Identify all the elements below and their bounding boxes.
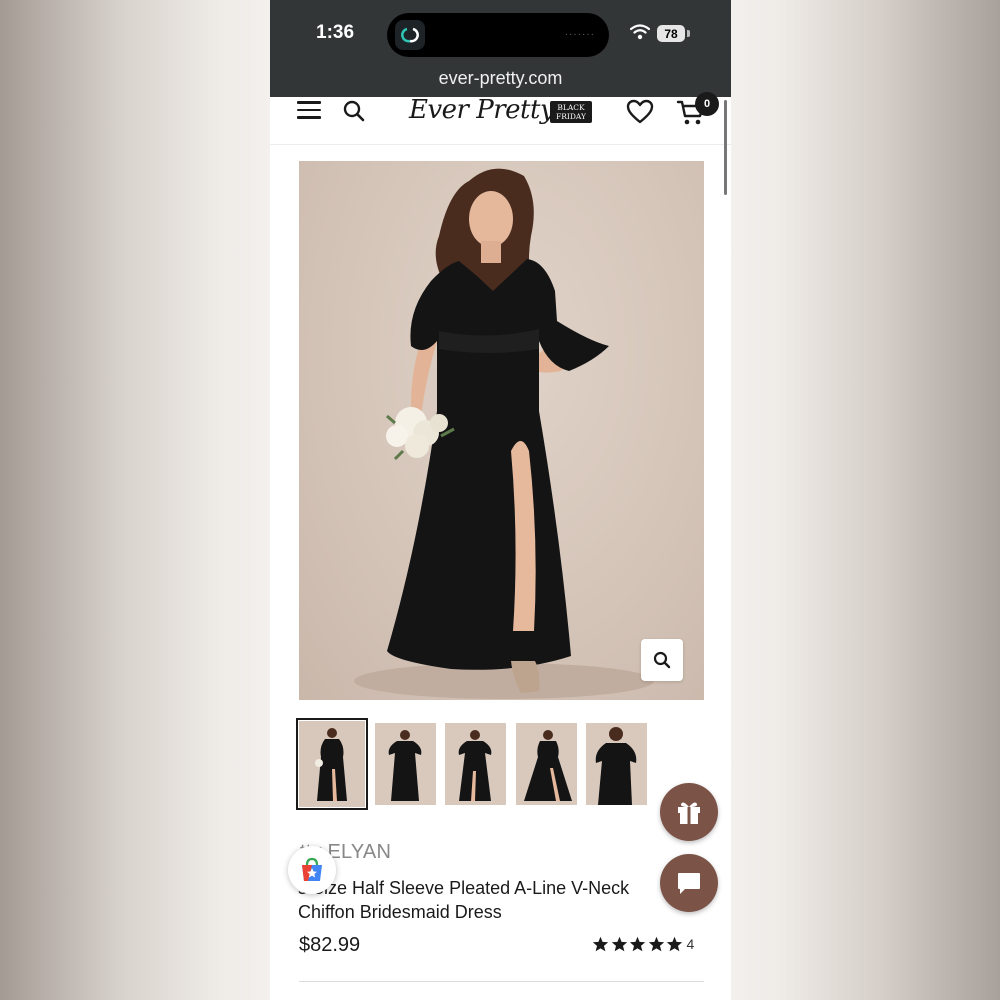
thumbnail-4[interactable] — [515, 723, 577, 805]
chat-icon — [678, 873, 700, 894]
search-icon[interactable] — [342, 99, 366, 123]
zoom-button[interactable] — [641, 639, 683, 681]
address-bar-url[interactable]: ever-pretty.com — [270, 68, 731, 89]
black-friday-badge: BLACK FRIDAY — [550, 101, 592, 123]
phone-screen: 1:36 ······· 78 ever-pretty.com Ever Pre… — [270, 0, 731, 1000]
model-figure — [354, 168, 654, 699]
gift-button[interactable] — [660, 783, 718, 841]
dynamic-island: ······· — [387, 13, 609, 57]
browser-chrome: 1:36 ······· 78 ever-pretty.com — [270, 0, 731, 97]
product-rating[interactable]: 4 — [592, 936, 694, 952]
thumbnail-2[interactable] — [374, 723, 436, 805]
hamburger-icon[interactable] — [297, 101, 321, 121]
star-icon — [611, 936, 627, 952]
shopping-bag-star-icon — [302, 857, 322, 881]
chat-button[interactable] — [660, 854, 718, 912]
thumbnail-image — [445, 723, 506, 805]
status-time: 1:36 — [316, 22, 355, 43]
zoom-icon — [653, 651, 671, 669]
product-title-line-2: Chiffon Bridesmaid Dress — [298, 902, 502, 922]
badge-line-2: FRIDAY — [556, 112, 586, 121]
thumbnail-strip — [296, 718, 657, 811]
island-indicator-dots: ······· — [564, 29, 595, 40]
thumbnail-image — [374, 723, 436, 805]
badge-line-1: BLACK — [557, 103, 585, 112]
product-title: s Size Half Sleeve Pleated A-Line V-Neck… — [298, 876, 668, 924]
star-icon — [648, 936, 664, 952]
product-price: $82.99 — [299, 934, 361, 956]
site-header: Ever Pretty BLACK FRIDAY 0 — [270, 92, 731, 145]
star-icon — [592, 936, 609, 952]
review-count[interactable]: 4 — [687, 936, 695, 952]
battery-tip — [687, 30, 690, 37]
product-title-line-1: s Size Half Sleeve Pleated A-Line V-Neck — [298, 878, 630, 898]
thumbnail-3[interactable] — [445, 723, 506, 805]
thumbnail-1[interactable] — [296, 718, 368, 810]
wifi-icon — [630, 24, 650, 40]
app-activity-icon — [395, 20, 425, 50]
battery-indicator: 78 — [657, 25, 685, 42]
gift-icon — [678, 802, 700, 824]
thumbnail-image — [299, 721, 365, 807]
shopping-assistant-button[interactable] — [288, 846, 336, 894]
site-logo[interactable]: Ever Pretty — [409, 95, 555, 125]
page-scrollbar[interactable] — [724, 100, 727, 195]
star-icon — [629, 936, 646, 952]
thumbnail-image — [515, 723, 577, 805]
thumbnail-image — [586, 723, 647, 805]
cart-count-badge[interactable]: 0 — [695, 92, 719, 116]
thumbnail-5[interactable] — [586, 723, 647, 805]
heart-icon[interactable] — [626, 99, 654, 125]
star-icon — [666, 936, 683, 952]
section-divider — [299, 981, 704, 982]
main-product-image[interactable] — [299, 161, 704, 700]
